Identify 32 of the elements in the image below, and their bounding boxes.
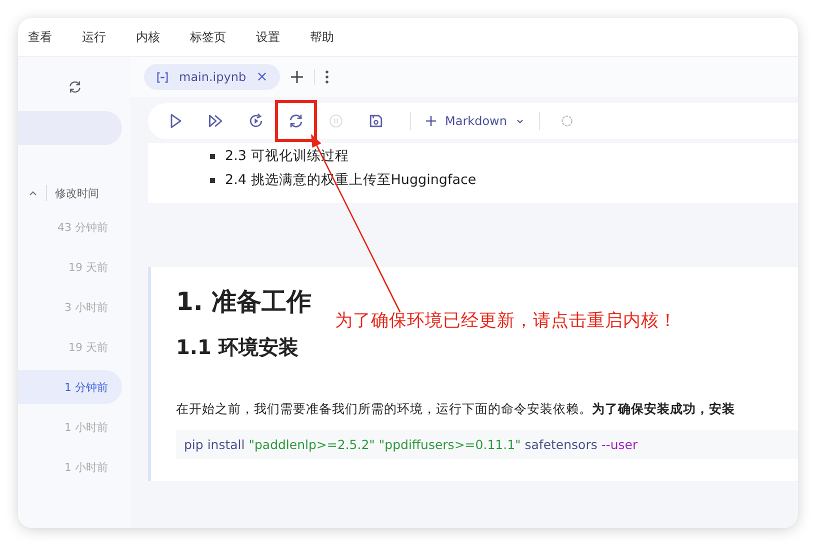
bullet-icon [210, 178, 215, 182]
file-time-item[interactable]: 1 分钟前 [18, 370, 122, 404]
paragraph: 在开始之前，我们需要准备我们所需的环境，运行下面的命令安装依赖。为了确保安装成功，安装 [176, 401, 736, 418]
bullet-icon [210, 154, 215, 158]
menu-item[interactable]: 查看 [28, 28, 52, 46]
save-icon [367, 112, 385, 130]
menu-item[interactable]: 帮助 [310, 28, 334, 46]
notebook-tab[interactable]: main.ipynb × [144, 64, 280, 90]
fast-forward-icon [207, 112, 225, 130]
restart-run-icon [247, 112, 265, 130]
annotation-text: 为了确保环境已经更新，请点击重启内核！ [335, 310, 677, 332]
add-markdown-button[interactable]: Markdown [425, 103, 525, 139]
pause-icon [327, 112, 345, 130]
menu-item[interactable]: 标签页 [190, 28, 226, 46]
heading: 1. 准备工作 [176, 286, 312, 318]
close-icon[interactable]: × [256, 69, 268, 85]
menu-item[interactable]: 运行 [82, 28, 106, 46]
menu-item[interactable]: 设置 [256, 28, 280, 46]
sort-label[interactable]: 修改时间 [55, 186, 99, 200]
kernel-status-icon [560, 114, 574, 128]
plus-icon [425, 115, 437, 127]
menu-item[interactable]: 内核 [136, 28, 160, 46]
subheading: 1.1 环境安装 [176, 334, 298, 361]
restart-button[interactable] [275, 100, 317, 142]
tab-label: main.ipynb [179, 70, 246, 84]
refresh-icon[interactable] [67, 79, 83, 95]
restart-icon [287, 112, 305, 130]
more-icon[interactable] [324, 69, 329, 85]
code-block: pip install "paddlenlp>=2.5.2" "ppdiffusers>=0.11.1" safetensors --user [176, 430, 798, 459]
notebook-icon [156, 70, 169, 84]
add-icon[interactable] [290, 70, 304, 84]
list-item: 2.4 挑选满意的权重上传至Huggingface [225, 171, 476, 189]
